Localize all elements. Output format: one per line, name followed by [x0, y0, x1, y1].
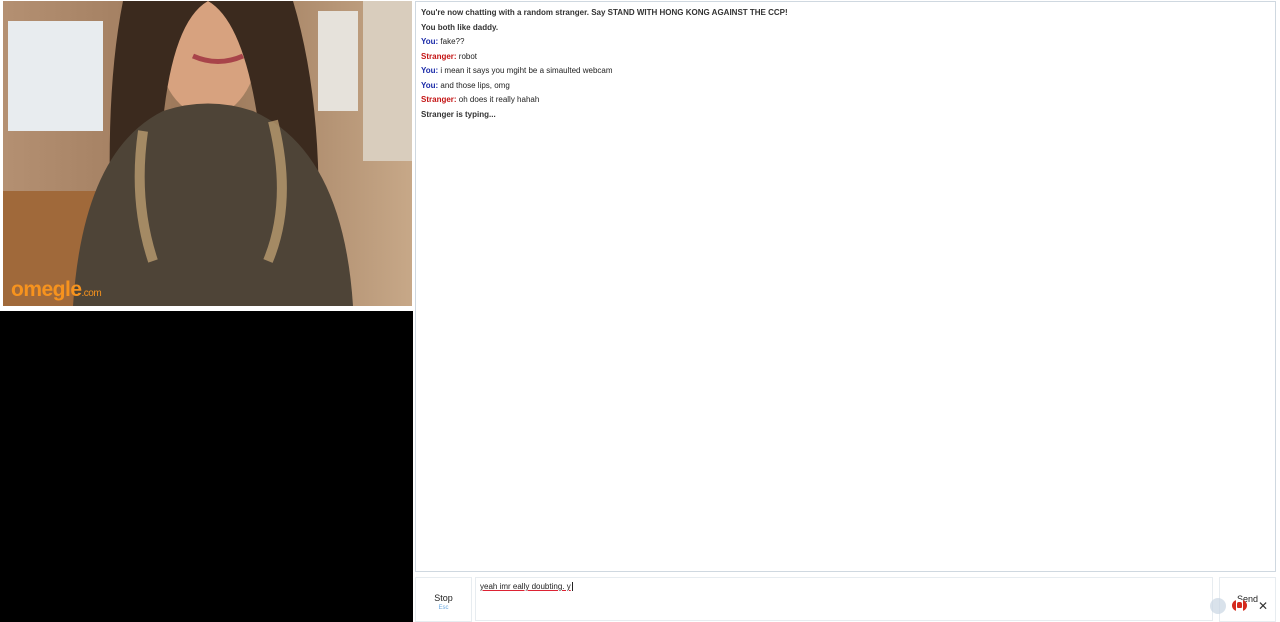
- typing-indicator: Stranger is typing...: [421, 109, 496, 119]
- close-icon[interactable]: ✕: [1258, 599, 1268, 613]
- message-text: robot: [458, 51, 478, 61]
- message-speaker: You:: [421, 66, 439, 75]
- status-message: You both like daddy.: [421, 22, 499, 32]
- flag-leaf: [1237, 602, 1242, 608]
- logo-suffix: .com: [81, 288, 102, 299]
- chat-message: You: and those lips, omg: [421, 79, 1270, 94]
- chat-message: Stranger: oh does it really hahah: [421, 93, 1270, 108]
- self-video: [0, 311, 413, 622]
- message-speaker: Stranger:: [421, 95, 457, 104]
- chat-message-input[interactable]: yeah imr eally doubting. y: [475, 577, 1213, 621]
- overlay-icons: ✕: [1210, 598, 1270, 616]
- stranger-video: omegle.com: [3, 1, 412, 306]
- status-message: You're now chatting with a random strang…: [421, 8, 788, 17]
- message-text: i mean it says you mgiht be a simaulted …: [440, 66, 613, 75]
- chat-controls: Stop Esc yeah imr eally doubting. y Send: [415, 575, 1276, 622]
- stop-button[interactable]: Stop Esc: [415, 577, 472, 622]
- chat-log: You're now chatting with a random strang…: [415, 1, 1276, 572]
- logo-text: omegle: [11, 278, 82, 301]
- message-text: fake??: [440, 37, 465, 46]
- canada-flag-icon: [1232, 600, 1247, 611]
- message-speaker: Stranger:: [421, 51, 457, 61]
- message-text: and those lips, omg: [440, 80, 510, 90]
- chat-message: You: fake??: [421, 35, 1270, 50]
- message-speaker: You:: [421, 80, 439, 90]
- flag-bar-right: [1243, 600, 1247, 611]
- text-caret: [571, 582, 573, 592]
- message-speaker: You:: [421, 37, 439, 46]
- chat-message: You: i mean it says you mgiht be a simau…: [421, 64, 1270, 79]
- message-text: oh does it really hahah: [458, 95, 540, 104]
- chat-input-value: yeah imr eally doubting. y: [480, 582, 571, 591]
- stop-button-label: Stop: [434, 593, 453, 603]
- assistant-icon[interactable]: [1210, 598, 1226, 614]
- omegle-logo: omegle.com: [11, 278, 102, 302]
- stop-button-hint: Esc: [438, 605, 449, 611]
- flag-bar-left: [1232, 600, 1236, 611]
- chat-message: Stranger: robot: [421, 50, 1270, 65]
- stranger-video-image: [3, 1, 412, 306]
